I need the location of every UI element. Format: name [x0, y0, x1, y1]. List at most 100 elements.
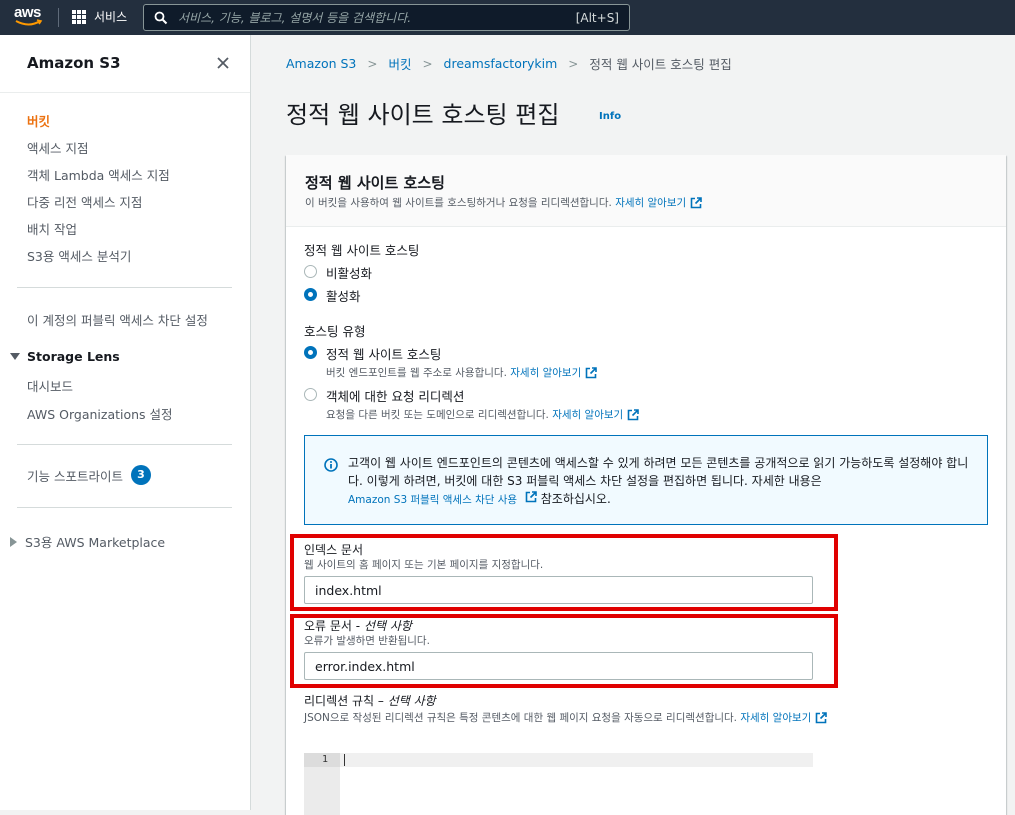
error-document-description: 오류가 발생하면 반환됩니다. — [304, 635, 430, 647]
sidebar-item-buckets[interactable]: 버킷 — [27, 111, 50, 130]
radio-label: 정적 웹 사이트 호스팅 — [326, 347, 442, 362]
breadcrumb: Amazon S3 > 버킷 > dreamsfactorykim > 정적 웹… — [286, 54, 732, 73]
radio-disable[interactable]: 비활성화 — [304, 263, 372, 282]
breadcrumb-buckets[interactable]: 버킷 — [388, 54, 411, 73]
radio-label: 객체에 대한 요청 리디렉션 — [326, 389, 465, 404]
radio-static-hosting[interactable]: 정적 웹 사이트 호스팅 버킷 엔드포인트를 웹 주소로 사용합니다. 자세히 … — [304, 344, 598, 380]
feature-spotlight-label: 기능 스포트라이트 — [27, 468, 123, 484]
breadcrumb-s3[interactable]: Amazon S3 — [286, 56, 356, 71]
sidebar-item-block-public-access[interactable]: 이 계정의 퍼블릭 액세스 차단 설정 — [27, 310, 208, 329]
caret-down-icon — [10, 353, 20, 360]
panel-description: 이 버킷을 사용하여 웹 사이트를 호스팅하거나 요청을 리디렉션합니다. 자세… — [305, 195, 702, 210]
alert-text-end: 참조하십시오. — [540, 492, 611, 506]
optional-tag: 선택 사항 — [363, 619, 412, 633]
sidebar-item-dashboards[interactable]: 대시보드 — [27, 376, 73, 395]
aws-logo[interactable]: aws — [14, 5, 46, 29]
external-link-icon — [690, 196, 702, 208]
grid-icon — [72, 9, 86, 24]
sidebar-item-access-points[interactable]: 액세스 지점 — [27, 138, 88, 157]
global-search[interactable]: [Alt+S] — [143, 4, 630, 31]
sidebar-section-storage-lens[interactable]: Storage Lens — [10, 349, 120, 364]
radio-description-text: 요청을 다른 버킷 또는 도메인으로 리디렉션합니다. — [326, 409, 549, 421]
radio-circle[interactable] — [304, 388, 317, 401]
redirect-rules-editor[interactable]: 1 — [304, 753, 813, 815]
breadcrumb-current: 정적 웹 사이트 호스팅 편집 — [589, 57, 732, 72]
redirect-rules-label-text: 리디렉션 규칙 – — [304, 694, 388, 708]
static-website-hosting-panel: 정적 웹 사이트 호스팅 이 버킷을 사용하여 웹 사이트를 호스팅하거나 요청… — [286, 155, 1006, 815]
radio-label: 활성화 — [326, 289, 361, 304]
radio-circle-selected[interactable] — [304, 346, 317, 359]
search-input[interactable] — [178, 10, 576, 25]
page-title: 정적 웹 사이트 호스팅 편집 — [286, 101, 560, 129]
top-navigation: aws 서비스 [Alt+S] — [0, 0, 1015, 35]
services-label: 서비스 — [94, 10, 128, 24]
external-link-icon — [816, 711, 828, 723]
editor-caret — [344, 754, 345, 766]
editor-active-line — [340, 753, 813, 767]
radio-enable[interactable]: 활성화 — [304, 286, 361, 305]
chevron-right-icon: > — [422, 56, 433, 71]
aws-smile-icon — [15, 19, 43, 26]
search-icon — [154, 11, 168, 24]
optional-tag: 선택 사항 — [387, 694, 436, 708]
caret-right-icon — [10, 536, 17, 547]
external-link-icon — [585, 366, 598, 378]
radio-description: 버킷 엔드포인트를 웹 주소로 사용합니다. 자세히 알아보기 — [326, 365, 598, 380]
storage-lens-title: Storage Lens — [27, 349, 120, 364]
services-menu-button[interactable]: 서비스 — [72, 8, 127, 25]
redirect-rules-description: JSON으로 작성된 리디렉션 규칙은 특정 콘텐츠에 대한 웹 페이지 요청을… — [304, 710, 828, 725]
learn-more-link[interactable]: 자세히 알아보기 — [552, 407, 623, 422]
info-alert: 고객이 웹 사이트 엔드포인트의 콘텐츠에 액세스할 수 있게 하려면 모든 콘… — [304, 435, 988, 525]
radio-circle[interactable] — [304, 265, 317, 278]
sidebar: Amazon S3 버킷 액세스 지점 객체 Lambda 액세스 지점 다중 … — [0, 35, 251, 810]
index-document-label: 인덱스 문서 — [304, 543, 364, 557]
learn-more-link[interactable]: 자세히 알아보기 — [740, 710, 811, 725]
sidebar-item-organizations[interactable]: AWS Organizations 설정 — [27, 404, 173, 423]
marketplace-label: S3용 AWS Marketplace — [25, 535, 166, 550]
hosting-label: 정적 웹 사이트 호스팅 — [304, 243, 420, 258]
error-document-label: 오류 문서 - 선택 사항 — [304, 617, 412, 634]
learn-more-link[interactable]: 자세히 알아보기 — [510, 365, 581, 380]
aws-logo-text: aws — [14, 4, 41, 21]
sidebar-divider — [17, 507, 232, 508]
search-shortcut: [Alt+S] — [575, 10, 619, 25]
redirect-rules-label: 리디렉션 규칙 – 선택 사항 — [304, 692, 436, 709]
sidebar-item-feature-spotlight[interactable]: 기능 스포트라이트 3 — [27, 465, 151, 485]
chevron-right-icon: > — [367, 56, 378, 71]
learn-more-link[interactable]: 자세히 알아보기 — [615, 195, 686, 210]
info-link[interactable]: Info — [599, 111, 621, 122]
panel-title: 정적 웹 사이트 호스팅 — [305, 174, 445, 192]
sidebar-item-object-lambda[interactable]: 객체 Lambda 액세스 지점 — [27, 165, 170, 184]
radio-description-text: 버킷 엔드포인트를 웹 주소로 사용합니다. — [326, 367, 507, 379]
alert-text-body: 고객이 웹 사이트 엔드포인트의 콘텐츠에 액세스할 수 있게 하려면 모든 콘… — [348, 456, 969, 488]
panel-header: 정적 웹 사이트 호스팅 이 버킷을 사용하여 웹 사이트를 호스팅하거나 요청… — [286, 155, 1006, 227]
external-link-icon — [627, 408, 640, 420]
sidebar-item-multi-region[interactable]: 다중 리전 액세스 지점 — [27, 192, 142, 211]
sidebar-title[interactable]: Amazon S3 — [27, 54, 121, 72]
sidebar-item-access-analyzer[interactable]: S3용 액세스 분석기 — [27, 246, 131, 265]
sidebar-item-marketplace[interactable]: S3용 AWS Marketplace — [10, 532, 165, 551]
nav-separator — [58, 8, 59, 27]
radio-circle-selected[interactable] — [304, 288, 317, 301]
radio-redirect-requests[interactable]: 객체에 대한 요청 리디렉션 요청을 다른 버킷 또는 도메인으로 리디렉션합니… — [304, 386, 640, 422]
hosting-type-label: 호스팅 유형 — [304, 324, 366, 339]
sidebar-divider — [0, 92, 250, 93]
error-document-input[interactable] — [304, 652, 813, 680]
alert-text: 고객이 웹 사이트 엔드포인트의 콘텐츠에 액세스할 수 있게 하려면 모든 콘… — [348, 454, 973, 509]
block-public-access-link[interactable]: Amazon S3 퍼블릭 액세스 차단 사용 — [348, 494, 517, 506]
sidebar-divider — [17, 287, 232, 288]
close-icon[interactable] — [215, 55, 231, 71]
index-document-description: 웹 사이트의 홈 페이지 또는 기본 페이지를 지정합니다. — [304, 559, 544, 571]
info-icon — [324, 458, 338, 472]
sidebar-item-batch-ops[interactable]: 배치 작업 — [27, 219, 77, 238]
redirect-rules-description-text: JSON으로 작성된 리디렉션 규칙은 특정 콘텐츠에 대한 웹 페이지 요청을… — [304, 712, 738, 724]
chevron-right-icon: > — [568, 56, 579, 71]
radio-label: 비활성화 — [326, 266, 373, 281]
index-document-input[interactable] — [304, 576, 813, 604]
radio-description: 요청을 다른 버킷 또는 도메인으로 리디렉션합니다. 자세히 알아보기 — [326, 407, 640, 422]
sidebar-divider — [17, 444, 232, 445]
line-number: 1 — [304, 753, 340, 767]
notification-badge: 3 — [130, 465, 151, 485]
panel-description-text: 이 버킷을 사용하여 웹 사이트를 호스팅하거나 요청을 리디렉션합니다. — [305, 197, 612, 209]
breadcrumb-bucket[interactable]: dreamsfactorykim — [444, 56, 558, 71]
